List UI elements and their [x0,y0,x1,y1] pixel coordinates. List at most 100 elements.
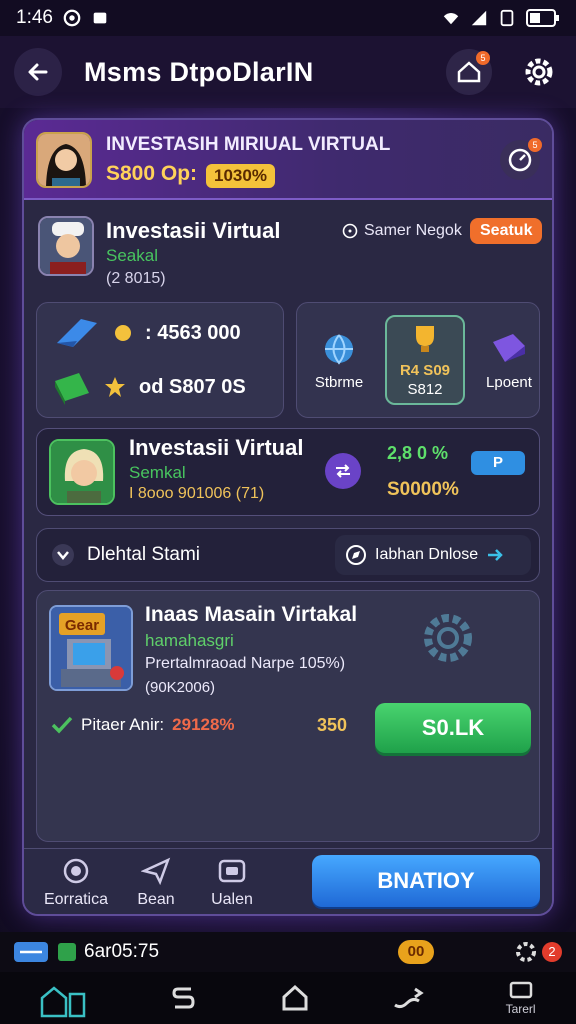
bar-right-button[interactable]: Iabhan Dnlose [335,535,531,575]
tab-bar: Eorratica Bean Ualen BNATIOY [24,848,552,914]
nav-label: Tarerl [505,1002,536,1016]
investment-subtitle: hamahasgri [145,631,234,650]
tab-eorratica[interactable]: Eorratica [36,857,116,909]
tab-label: Ualen [211,891,253,908]
page-title: Msms DtpoDlarIN [84,56,314,87]
hero-banner[interactable]: INVESTASIH MIRIUAL VIRTUAL S800 Op: 1030… [24,120,552,200]
profile-avatar [38,216,94,276]
back-gesture-icon [172,987,195,1009]
notification-icon [93,12,107,24]
profile-link[interactable]: Samer Negok [342,222,462,240]
bar-left[interactable]: Dlehtal Stami [51,543,200,567]
investment-quantity: 350 [317,715,348,735]
crystal-icon [57,319,97,347]
primary-cta-button[interactable]: BNATIOY [312,855,540,907]
wifi-icon [443,13,459,25]
notification-badge: 5 [476,51,490,65]
stat-value-2: od S807 0S [139,375,246,398]
star-icon [105,377,125,397]
profile-subtitle: Seakal [106,246,158,265]
profile-action-button[interactable]: Seatuk [470,218,543,244]
nav-back[interactable] [169,983,199,1013]
investment-image-label: Gear [65,617,99,634]
featured-chip[interactable]: P [471,451,525,475]
hero-chip: 1030% [206,164,275,188]
cash-icon [55,373,89,405]
profile-number: (2 8015) [106,270,166,287]
check-icon [51,716,73,734]
investment-title: Inaas Masain Virtakal [145,603,358,626]
gear-icon[interactable] [514,940,538,964]
globe-icon [325,333,353,365]
hero-avatar [36,132,92,188]
tab-ualen[interactable]: Ualen [192,857,272,909]
bottom-strip: 6ar05:75 00 2 [0,932,576,972]
main-panel: INVESTASIH MIRIUAL VIRTUAL S800 Op: 1030… [22,118,554,916]
recents-icon [393,987,424,1009]
trophy-icon [416,326,434,352]
tile-label: Lpoent [486,373,532,391]
alert-badge: 2 [542,942,562,962]
arrow-right-icon [488,549,503,561]
tile-label: Stbrme [314,373,364,391]
timer-icon [508,148,532,172]
investment-card: Gear Inaas Masain Virtakal hamahasgri Pr… [36,590,540,842]
app-bar: Msms DtpoDlarIN 5 [0,36,576,108]
stats-card: : 4563 000 od S807 0S [36,302,284,418]
status-bar: 1:46 [0,0,576,36]
profile-section: Investasii Virtual Seakal (2 8015) Samer… [24,202,552,294]
nav-home[interactable] [280,983,310,1013]
featured-pct: 2,8 0 % [387,443,449,463]
featured-card[interactable]: Investasii Virtual Semkal I 8ooo 901006 … [36,428,540,516]
tab-label: Eorratica [43,891,109,908]
featured-title: Investasii Virtual [129,435,304,460]
featured-number: I 8ooo 901006 (71) [129,485,265,502]
battery-icon [526,9,559,27]
back-button[interactable] [14,48,62,96]
tab-bean[interactable]: Bean [116,857,196,909]
tile-stbrme[interactable]: Stbrme [299,315,379,405]
wallet-icon [58,943,76,961]
tile-lpoent[interactable]: Lpoent [469,315,549,405]
nav-recent[interactable] [391,983,425,1013]
sim-icon [500,9,514,27]
invest-button[interactable]: S0.LK [375,703,531,753]
swap-icon [336,464,350,478]
bottom-time: 6ar05:75 [84,941,160,962]
stat-row-2: od S807 0S [53,369,246,405]
profile-title: Investasii Virtual [106,218,281,243]
settings-icon [63,9,81,27]
send-icon [141,857,171,885]
gear-icon[interactable] [421,611,475,665]
tile-value: R4 S09 [399,362,451,379]
investment-image: Gear [49,605,133,691]
investment-status: Pitaer Anir: 29128% [51,715,235,735]
profile-link-label: Samer Negok [364,222,462,239]
status-value: 29128% [172,715,235,734]
settings-button[interactable] [516,49,562,95]
status-label: Pitaer Anir: [81,715,165,734]
investment-description: Prertalmraoad Narpe 105%) [145,655,346,672]
filter-bar: Dlehtal Stami Iabhan Dnlose [36,528,540,582]
tile-selected[interactable]: R4 S09 S812 [385,315,465,405]
nav-tarerl[interactable]: Tarerl [506,980,536,1016]
gear-icon [525,58,553,86]
timer-badge: 5 [528,138,542,152]
info-icon [342,223,358,239]
compass-icon [346,545,366,565]
swap-button[interactable] [325,453,361,489]
city-icon [41,986,86,1018]
arrow-left-icon [28,63,48,81]
target-icon [63,858,89,884]
system-nav-bar: Tarerl [0,972,576,1024]
category-card: Stbrme R4 S09 S812 Lpoent [296,302,540,418]
featured-avatar [49,439,115,505]
timer-button[interactable]: 5 [500,138,542,180]
tab-label: Bean [137,891,175,908]
coin-badge: 00 [398,940,434,964]
swap-icon [14,942,48,962]
nav-home-app[interactable] [40,978,88,1018]
coin-icon [115,325,131,341]
home-button[interactable]: 5 [446,49,492,95]
stat-value-1: : 4563 000 [145,321,241,344]
